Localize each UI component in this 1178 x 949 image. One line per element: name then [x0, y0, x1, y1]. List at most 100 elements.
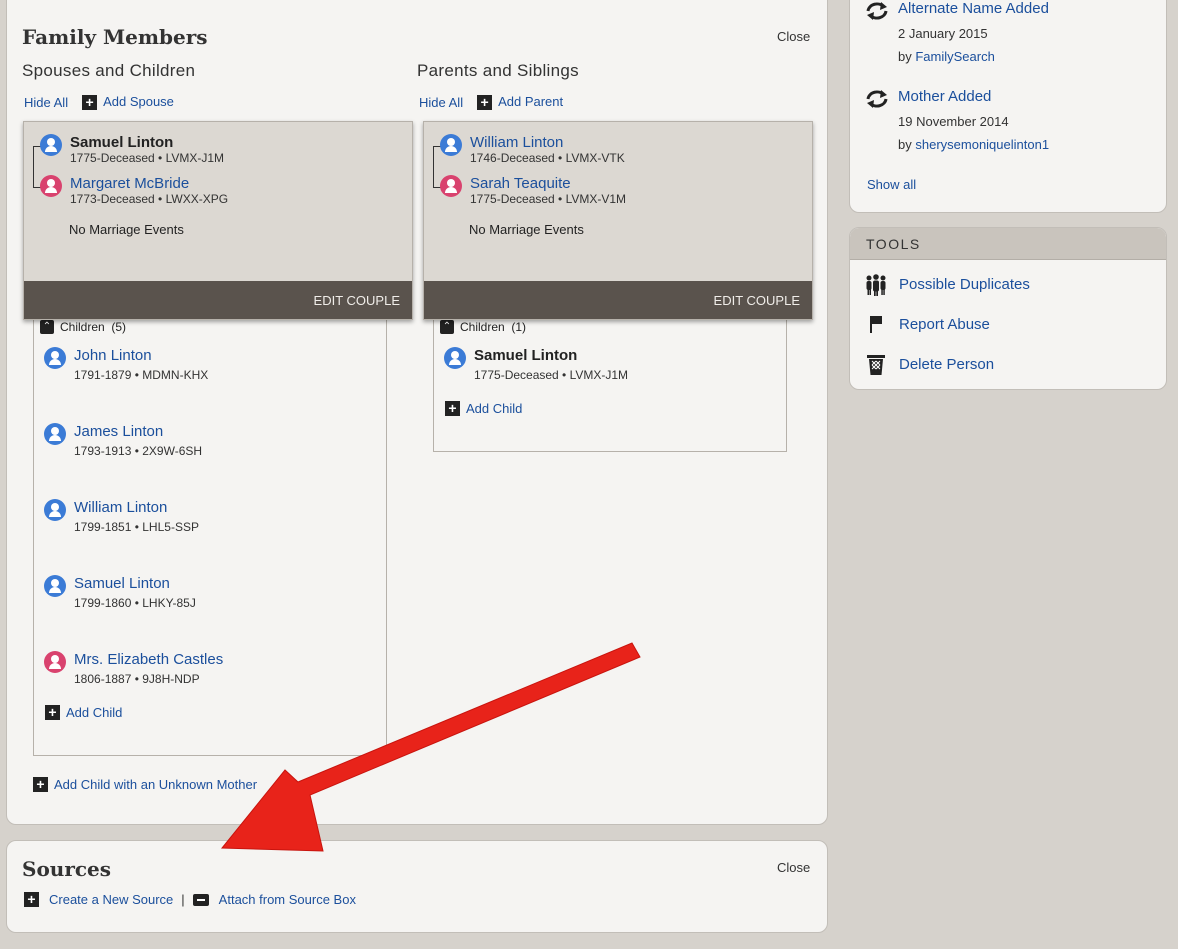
child-name[interactable]: James Linton [74, 423, 202, 440]
add-child-label: Add Child [66, 705, 123, 720]
child-row[interactable]: William Linton 1799-1851 • LHL5-SSP [44, 499, 199, 535]
change-author-link[interactable]: FamilySearch [915, 49, 994, 64]
child-row[interactable]: James Linton 1793-1913 • 2X9W-6SH [44, 423, 202, 459]
parents-actions: Hide All + Add Parent [419, 94, 564, 111]
male-avatar-icon [44, 423, 66, 445]
report-abuse-label: Report Abuse [899, 315, 990, 333]
wife-meta: 1773-Deceased • LWXX-XPG [70, 192, 229, 206]
attach-source-box-label: Attach from Source Box [218, 892, 356, 907]
add-child-unknown-mother-button[interactable]: + Add Child with an Unknown Mother [33, 777, 257, 792]
hide-all-link[interactable]: Hide All [24, 95, 68, 110]
child-meta: 1799-1860 • LHKY-85J [74, 596, 196, 610]
possible-duplicates-label: Possible Duplicates [899, 275, 1030, 293]
father-meta: 1746-Deceased • LVMX-VTK [470, 151, 625, 165]
trash-icon [867, 355, 885, 375]
male-avatar-icon [44, 575, 66, 597]
change-author-link[interactable]: sherysemoniquelinton1 [915, 137, 1049, 152]
add-parent-label: Add Parent [498, 94, 564, 109]
change-title[interactable]: Alternate Name Added [898, 0, 1049, 18]
father-row[interactable]: William Linton 1746-Deceased • LVMX-VTK [440, 134, 625, 166]
child-meta: 1806-1887 • 9J8H-NDP [74, 672, 200, 686]
report-abuse-button[interactable]: Report Abuse [864, 312, 990, 336]
create-source-label: Create a New Source [49, 892, 174, 907]
sources-close-button[interactable]: Close [777, 860, 810, 875]
child-name[interactable]: Samuel Linton [74, 575, 196, 592]
mother-name[interactable]: Sarah Teaquite [470, 175, 626, 192]
children-count: (1) [511, 320, 527, 334]
husband-meta: 1775-Deceased • LVMX-J1M [70, 151, 225, 165]
male-avatar-icon [444, 347, 466, 369]
parents-section-title: Parents and Siblings [417, 61, 579, 80]
parent-couple-card: William Linton 1746-Deceased • LVMX-VTK S… [423, 121, 813, 320]
parent-children-box: ⌃ Children (1) Samuel Linton 1775-Decease… [433, 311, 787, 452]
children-label: Children [60, 320, 105, 334]
change-by-prefix: by [898, 137, 912, 152]
add-child-label: Add Child [466, 401, 523, 416]
change-date: 19 November 2014 [898, 114, 1009, 129]
children-toggle[interactable]: ⌃ Children (5) [40, 320, 126, 334]
change-by-prefix: by [898, 49, 912, 64]
add-spouse-button[interactable]: + Add Spouse [82, 94, 174, 111]
edit-couple-button[interactable]: EDIT COUPLE [424, 281, 812, 319]
delete-person-label: Delete Person [899, 355, 995, 373]
source-box-icon [192, 893, 209, 906]
children-count: (5) [111, 320, 127, 334]
show-all-link[interactable]: Show all [867, 177, 916, 192]
add-child-unknown-label: Add Child with an Unknown Mother [54, 777, 258, 792]
change-date: 2 January 2015 [898, 26, 988, 41]
tools-title: TOOLS [850, 228, 1166, 260]
male-avatar-icon [440, 134, 462, 156]
family-close-button[interactable]: Close [777, 29, 810, 44]
attach-source-box-button[interactable]: Attach from Source Box [192, 892, 356, 907]
child-name[interactable]: John Linton [74, 347, 208, 364]
plus-icon: + [477, 95, 493, 111]
spouse-couple-card: Samuel Linton 1775-Deceased • LVMX-J1M Ma… [23, 121, 413, 320]
add-parent-button[interactable]: + Add Parent [477, 94, 564, 111]
child-name[interactable]: Mrs. Elizabeth Castles [74, 651, 223, 668]
child-row[interactable]: Mrs. Elizabeth Castles 1806-1887 • 9J8H-N… [44, 651, 223, 687]
no-marriage-events: No Marriage Events [69, 222, 184, 237]
add-spouse-label: Add Spouse [103, 94, 174, 109]
delete-person-button[interactable]: Delete Person [864, 352, 994, 376]
mother-row[interactable]: Sarah Teaquite 1775-Deceased • LVMX-V1M [440, 175, 626, 207]
wife-row[interactable]: Margaret McBride 1773-Deceased • LWXX-XPG [40, 175, 228, 207]
husband-name: Samuel Linton [70, 134, 174, 151]
male-avatar-icon [44, 499, 66, 521]
female-avatar-icon [44, 651, 66, 673]
add-child-button[interactable]: + Add Child [45, 705, 122, 720]
children-toggle[interactable]: ⌃ Children (1) [440, 320, 526, 334]
father-name[interactable]: William Linton [470, 134, 625, 151]
child-row[interactable]: Samuel Linton 1799-1860 • LHKY-85J [44, 575, 196, 611]
change-item: Alternate Name Added 2 January 2015 by F… [864, 0, 1049, 64]
sync-icon [866, 90, 888, 108]
edit-couple-button[interactable]: EDIT COUPLE [24, 281, 412, 319]
child-row[interactable]: John Linton 1791-1879 • MDMN-KHX [44, 347, 208, 383]
tools-panel: TOOLS Possible Duplicates Report Abuse D… [849, 227, 1167, 390]
child-name[interactable]: William Linton [74, 499, 199, 516]
hide-all-link[interactable]: Hide All [419, 95, 463, 110]
family-members-title: Family Members [22, 25, 208, 49]
male-avatar-icon [44, 347, 66, 369]
add-child-button[interactable]: + Add Child [445, 401, 522, 416]
family-members-panel: Family Members Close Spouses and Childre… [6, 0, 828, 825]
spouse-children-box: ⌃ Children (5) John Linton 1791-1879 • MD… [33, 311, 387, 756]
create-source-button[interactable]: + Create a New Source [24, 892, 173, 907]
child-name: Samuel Linton [474, 347, 578, 364]
plus-icon: + [82, 95, 98, 111]
children-label: Children [460, 320, 505, 334]
edit-couple-label: EDIT COUPLE [313, 292, 400, 308]
no-marriage-events: No Marriage Events [469, 222, 584, 237]
edit-couple-label: EDIT COUPLE [713, 292, 800, 308]
plus-icon: + [45, 705, 60, 720]
possible-duplicates-button[interactable]: Possible Duplicates [864, 272, 1030, 296]
child-row[interactable]: Samuel Linton 1775-Deceased • LVMX-J1M [444, 347, 628, 383]
plus-icon: + [33, 777, 48, 792]
husband-row[interactable]: Samuel Linton 1775-Deceased • LVMX-J1M [40, 134, 224, 166]
child-meta: 1775-Deceased • LVMX-J1M [474, 368, 629, 382]
child-meta: 1791-1879 • MDMN-KHX [74, 368, 209, 382]
change-title[interactable]: Mother Added [898, 88, 1049, 106]
people-icon [866, 274, 886, 296]
chevron-up-icon: ⌃ [40, 320, 54, 334]
plus-icon: + [24, 892, 39, 907]
wife-name[interactable]: Margaret McBride [70, 175, 228, 192]
